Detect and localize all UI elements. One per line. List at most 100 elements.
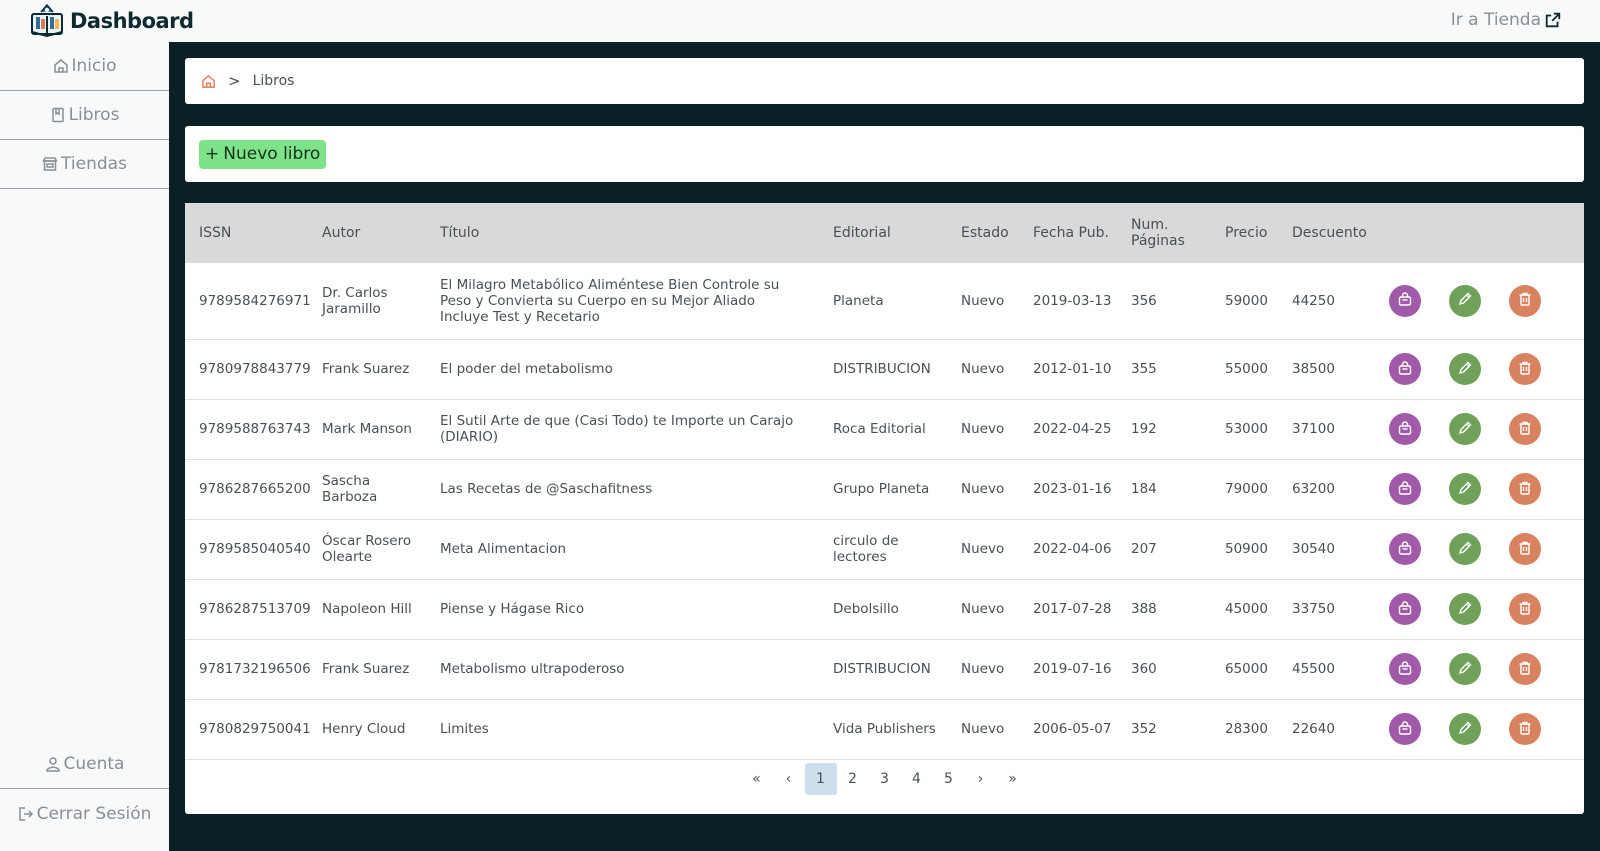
sidebar-item-tiendas[interactable]: Tiendas	[0, 140, 169, 189]
edit-button[interactable]	[1449, 473, 1481, 505]
column-header: Precio	[1225, 225, 1268, 241]
pages-cell: 184	[1131, 481, 1157, 497]
pages-cell: 356	[1131, 292, 1157, 309]
table-row: 9781732196506 Frank Suarez Metabolismo ult…	[185, 639, 1584, 699]
edit-button[interactable]	[1449, 593, 1481, 625]
pub-date-cell: 2017-07-28	[1033, 601, 1112, 617]
author-cell: Dr. Carlos Jaramillo	[322, 284, 388, 317]
page-button[interactable]: 2	[837, 763, 869, 795]
sidebar-item-label: Inicio	[71, 56, 117, 76]
book-icon	[51, 107, 64, 123]
edit-button[interactable]	[1449, 713, 1481, 745]
go-to-store-link[interactable]: Ir a Tienda	[1451, 10, 1562, 30]
buy-button[interactable]	[1389, 533, 1421, 565]
toolbar: + Nuevo libro	[185, 126, 1584, 182]
shopping-bag-icon	[1397, 600, 1413, 619]
sidebar-item-label: Cerrar Sesión	[36, 803, 152, 824]
delete-button[interactable]	[1509, 533, 1541, 565]
buy-button[interactable]	[1389, 653, 1421, 685]
shopping-bag-icon	[1397, 360, 1413, 379]
discount-cell: 45500	[1292, 661, 1335, 677]
books-table-panel: ISSN Autor Título Editorial Estado Fecha…	[185, 203, 1584, 814]
delete-button[interactable]	[1509, 713, 1541, 745]
delete-button[interactable]	[1509, 473, 1541, 505]
sidebar-item-cuenta[interactable]: Cuenta	[0, 740, 169, 789]
discount-cell: 44250	[1292, 292, 1335, 309]
delete-button[interactable]	[1509, 413, 1541, 445]
edit-button[interactable]	[1449, 533, 1481, 565]
edit-button[interactable]	[1449, 284, 1481, 317]
logout-button[interactable]: Cerrar Sesión	[0, 789, 169, 838]
delete-button[interactable]	[1509, 593, 1541, 625]
publisher-cell: Roca Editorial	[833, 421, 926, 437]
edit-button[interactable]	[1449, 353, 1481, 385]
sidebar-item-inicio[interactable]: Inicio	[0, 42, 169, 91]
pencil-icon	[1457, 540, 1473, 559]
page-button[interactable]: 3	[869, 763, 901, 795]
table-row: 9786287665200 Sascha Barboza Las Recetas d…	[185, 459, 1584, 519]
first-page-button[interactable]: «	[741, 763, 773, 795]
trash-icon	[1517, 360, 1533, 379]
sidebar-item-label: Libros	[68, 105, 120, 125]
shopping-bag-icon	[1397, 720, 1413, 739]
table-row: 9786287513709 Napoleon Hill Piense y Hágas…	[185, 579, 1584, 639]
publisher-cell: DISTRIBUCION	[833, 361, 931, 377]
row-actions	[1361, 263, 1584, 339]
row-actions	[1361, 519, 1584, 579]
buy-button[interactable]	[1389, 353, 1421, 385]
buy-button[interactable]	[1389, 284, 1421, 317]
top-bar: Dashboard Ir a Tienda	[0, 0, 1600, 42]
edit-button[interactable]	[1449, 413, 1481, 445]
status-cell: Nuevo	[961, 421, 1005, 437]
shopping-bag-icon	[1397, 480, 1413, 499]
status-cell: Nuevo	[961, 721, 1005, 737]
brand[interactable]: Dashboard	[26, 2, 194, 40]
price-cell: 50900	[1225, 541, 1268, 557]
pub-date-cell: 2022-04-06	[1033, 541, 1112, 557]
home-icon[interactable]	[201, 74, 216, 89]
author-cell: Sascha Barboza	[322, 473, 378, 505]
buy-button[interactable]	[1389, 713, 1421, 745]
shopping-bag-icon	[1397, 291, 1413, 310]
breadcrumb-current: Libros	[252, 73, 295, 89]
pencil-icon	[1457, 480, 1473, 499]
title-cell: Meta Alimentacion	[440, 541, 567, 557]
title-cell: Las Recetas de @Saschafitness	[440, 481, 653, 497]
buy-button[interactable]	[1389, 473, 1421, 505]
pub-date-cell: 2019-07-16	[1033, 661, 1112, 677]
delete-button[interactable]	[1509, 653, 1541, 685]
last-page-button[interactable]: »	[997, 763, 1029, 795]
trash-icon	[1517, 420, 1533, 439]
buy-button[interactable]	[1389, 593, 1421, 625]
brand-title: Dashboard	[70, 9, 194, 33]
pencil-icon	[1457, 291, 1473, 310]
delete-button[interactable]	[1509, 284, 1541, 317]
title-cell: El Milagro Metabólico Aliméntese Bien Co…	[440, 276, 780, 325]
prev-page-button[interactable]: ‹	[773, 763, 805, 795]
page-button[interactable]: 5	[933, 763, 965, 795]
title-cell: El Sutil Arte de que (Casi Todo) te Impo…	[440, 413, 794, 445]
edit-button[interactable]	[1449, 653, 1481, 685]
shopping-bag-icon	[1397, 660, 1413, 679]
new-book-label: Nuevo libro	[223, 144, 321, 164]
pencil-icon	[1457, 720, 1473, 739]
author-cell: Mark Manson	[322, 421, 412, 437]
pencil-icon	[1457, 660, 1473, 679]
buy-button[interactable]	[1389, 413, 1421, 445]
next-page-button[interactable]: ›	[965, 763, 997, 795]
publisher-cell: DISTRIBUCION	[833, 661, 931, 677]
pages-cell: 192	[1131, 421, 1157, 437]
status-cell: Nuevo	[961, 292, 1005, 309]
trash-icon	[1517, 720, 1533, 739]
issn-cell: 9786287665200	[199, 481, 311, 497]
page-button[interactable]: 4	[901, 763, 933, 795]
trash-icon	[1517, 540, 1533, 559]
author-cell: Frank Suarez	[322, 661, 410, 677]
sidebar-item-libros[interactable]: Libros	[0, 91, 169, 140]
new-book-button[interactable]: + Nuevo libro	[199, 139, 327, 169]
status-cell: Nuevo	[961, 541, 1005, 557]
page-button[interactable]: 1	[804, 763, 837, 795]
delete-button[interactable]	[1509, 353, 1541, 385]
publisher-cell: Vida Publishers	[833, 721, 936, 737]
column-header: Descuento	[1292, 225, 1367, 241]
